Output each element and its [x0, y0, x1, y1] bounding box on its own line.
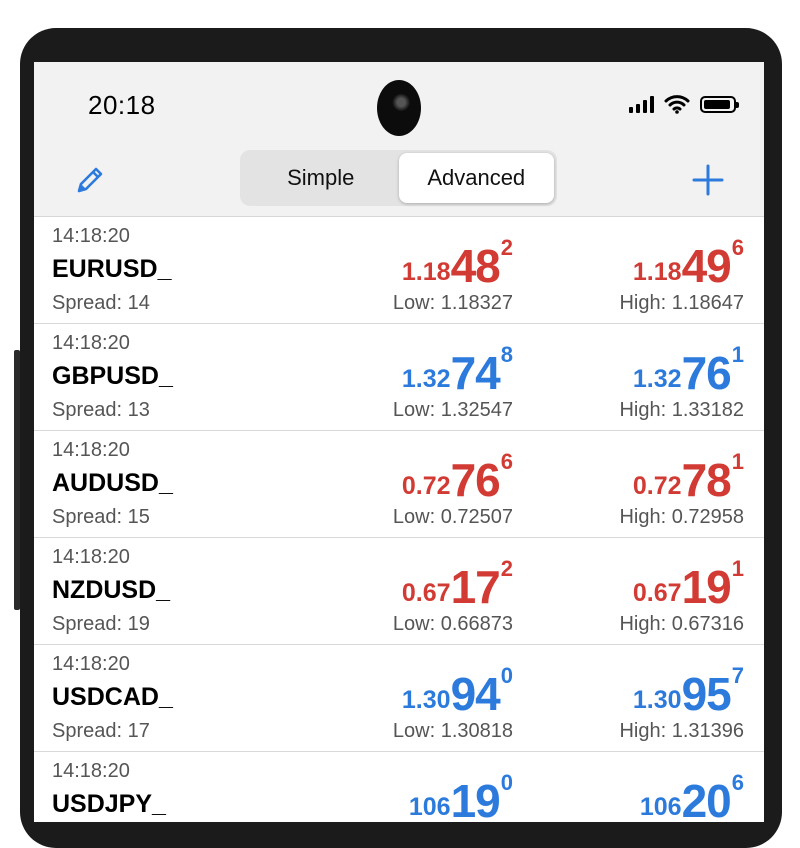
quote-high: High: 0.67316 [619, 613, 744, 635]
bid-price-fraction: 6 [500, 449, 513, 474]
add-symbol-icon[interactable] [690, 162, 726, 198]
bid-price-prefix: 0.72 [401, 472, 451, 500]
bid-price: 106 19 0 [408, 770, 513, 822]
bid-price-prefix: 1.18 [401, 258, 451, 286]
quote-low: Low: 1.18327 [392, 292, 513, 314]
bid-price-prefix: 0.67 [401, 579, 451, 607]
quote-time: 14:18:20 [52, 439, 130, 461]
bid-price-fraction: 2 [500, 235, 513, 260]
wifi-icon [664, 95, 690, 114]
quote-row[interactable]: 14:18:20 USDJPY_ 106 19 0 106 20 6 [34, 752, 764, 822]
ask-price-prefix: 1.32 [632, 365, 682, 393]
app-screen: 20:18 Simple Advanced 14:18:20 EURUSD_ S… [34, 62, 764, 822]
bid-price-fraction: 8 [500, 342, 513, 367]
quote-row[interactable]: 14:18:20 EURUSD_ Spread: 14 1.18 48 2 1.… [34, 217, 764, 324]
bid-price: 0.67 17 2 [401, 556, 513, 613]
ask-price-pips: 78 [681, 454, 732, 506]
quote-spread: Spread: 19 [52, 613, 150, 635]
ask-price-pips: 95 [681, 668, 732, 720]
quote-spread: Spread: 13 [52, 399, 150, 421]
ask-price-prefix: 1.18 [632, 258, 682, 286]
quote-row[interactable]: 14:18:20 GBPUSD_ Spread: 13 1.32 74 8 1.… [34, 324, 764, 431]
quote-row[interactable]: 14:18:20 NZDUSD_ Spread: 19 0.67 17 2 0.… [34, 538, 764, 645]
ask-price: 1.30 95 7 [632, 663, 744, 720]
status-bar: 20:18 [34, 62, 764, 150]
quote-symbol: USDJPY_ [52, 790, 166, 818]
bid-price-pips: 17 [450, 561, 501, 613]
quote-low: Low: 1.32547 [392, 399, 513, 421]
ask-price-fraction: 6 [731, 235, 744, 260]
ask-price-fraction: 1 [731, 449, 744, 474]
bid-price-fraction: 0 [500, 770, 513, 795]
quotes-list: 14:18:20 EURUSD_ Spread: 14 1.18 48 2 1.… [34, 217, 764, 822]
bid-price-prefix: 1.30 [401, 686, 451, 714]
ask-price-pips: 20 [681, 775, 732, 822]
ask-price: 1.32 76 1 [632, 342, 744, 399]
ask-price-prefix: 1.30 [632, 686, 682, 714]
ask-price-fraction: 1 [731, 342, 744, 367]
nav-bar: Simple Advanced [34, 150, 764, 217]
bid-price-pips: 74 [450, 347, 501, 399]
ask-price: 0.67 19 1 [632, 556, 744, 613]
quote-row[interactable]: 14:18:20 AUDUSD_ Spread: 15 0.72 76 6 0.… [34, 431, 764, 538]
edit-pencil-icon[interactable] [72, 162, 108, 198]
ask-price-pips: 76 [681, 347, 732, 399]
quote-high: High: 1.18647 [619, 292, 744, 314]
quote-symbol: EURUSD_ [52, 255, 172, 283]
quote-high: High: 0.72958 [619, 506, 744, 528]
quote-symbol: USDCAD_ [52, 683, 173, 711]
bid-price-prefix: 1.32 [401, 365, 451, 393]
quote-spread: Spread: 14 [52, 292, 150, 314]
cellular-signal-icon [629, 95, 654, 113]
quote-high: High: 1.31396 [619, 720, 744, 742]
ask-price-fraction: 6 [731, 770, 744, 795]
quote-low: Low: 0.72507 [392, 506, 513, 528]
quote-row[interactable]: 14:18:20 USDCAD_ Spread: 17 1.30 94 0 1.… [34, 645, 764, 752]
ask-price: 0.72 78 1 [632, 449, 744, 506]
quote-time: 14:18:20 [52, 653, 130, 675]
ask-price-prefix: 0.67 [632, 579, 682, 607]
quote-spread: Spread: 15 [52, 506, 150, 528]
ask-price-prefix: 0.72 [632, 472, 682, 500]
ask-price: 1.18 49 6 [632, 235, 744, 292]
quote-high: High: 1.33182 [619, 399, 744, 421]
ask-price: 106 20 6 [639, 770, 744, 822]
phone-side-button [14, 350, 20, 610]
ask-price-pips: 49 [681, 240, 732, 292]
bid-price: 1.18 48 2 [401, 235, 513, 292]
tab-advanced[interactable]: Advanced [398, 153, 554, 203]
quote-symbol: GBPUSD_ [52, 362, 173, 390]
bid-price-pips: 19 [450, 775, 501, 822]
bid-price-pips: 76 [450, 454, 501, 506]
status-icons [629, 94, 739, 114]
bid-price-fraction: 0 [500, 663, 513, 688]
battery-icon [700, 95, 739, 113]
bid-price: 1.32 74 8 [401, 342, 513, 399]
quote-time: 14:18:20 [52, 546, 130, 568]
bid-price: 1.30 94 0 [401, 663, 513, 720]
bid-price-pips: 48 [450, 240, 501, 292]
bid-price-prefix: 106 [408, 793, 451, 821]
view-mode-segmented-control: Simple Advanced [240, 150, 557, 206]
ask-price-pips: 19 [681, 561, 732, 613]
quote-low: Low: 0.66873 [392, 613, 513, 635]
quote-spread: Spread: 17 [52, 720, 150, 742]
bid-price: 0.72 76 6 [401, 449, 513, 506]
quote-time: 14:18:20 [52, 332, 130, 354]
tab-simple[interactable]: Simple [243, 153, 399, 203]
quote-time: 14:18:20 [52, 225, 130, 247]
quote-symbol: AUDUSD_ [52, 469, 173, 497]
quote-low: Low: 1.30818 [392, 720, 513, 742]
ask-price-fraction: 1 [731, 556, 744, 581]
bid-price-pips: 94 [450, 668, 501, 720]
bid-price-fraction: 2 [500, 556, 513, 581]
quote-time: 14:18:20 [52, 760, 130, 782]
status-time: 20:18 [88, 90, 156, 120]
quote-symbol: NZDUSD_ [52, 576, 171, 604]
ask-price-fraction: 7 [731, 663, 744, 688]
ask-price-prefix: 106 [639, 793, 682, 821]
front-camera [377, 80, 421, 136]
